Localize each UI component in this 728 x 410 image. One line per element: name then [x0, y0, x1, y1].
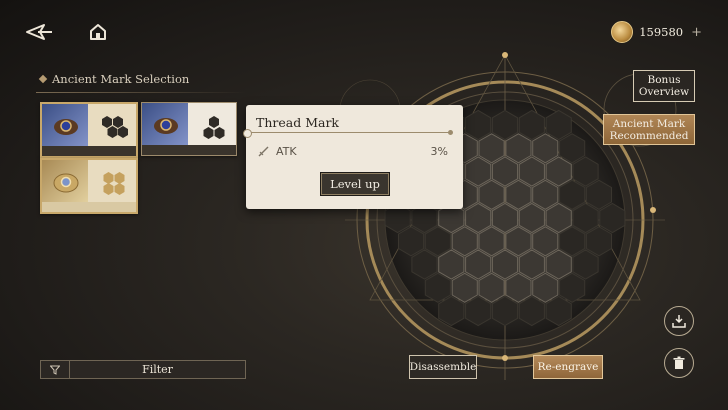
hex-slot-icon [102, 116, 128, 138]
level-up-button[interactable]: Level up [320, 172, 390, 196]
filter-label: Filter [142, 363, 173, 376]
bonus-overview-line2: Overview [638, 86, 690, 98]
divider-ring [243, 129, 252, 138]
filter-icon [41, 361, 70, 378]
download-icon [672, 315, 686, 328]
section-divider [36, 92, 246, 93]
hex-slot-icon [103, 172, 125, 195]
stat-name: ATK [276, 144, 297, 158]
disassemble-button[interactable]: Disassemble [409, 355, 477, 379]
sword-icon [258, 146, 269, 157]
home-icon [90, 24, 106, 40]
mark-detail-popup: Thread Mark ATK 3% Level up [243, 105, 463, 209]
currency-amount: 159580 [639, 25, 684, 39]
bonus-overview-line1: Bonus [647, 74, 681, 86]
stat-value: 3% [430, 144, 448, 158]
stat-row: ATK 3% [258, 143, 448, 159]
popup-divider [246, 132, 450, 133]
card-footer [42, 202, 136, 212]
coin-icon [611, 21, 634, 43]
bonus-overview-button[interactable]: Bonus Overview [633, 70, 695, 102]
back-arrow-icon [26, 24, 52, 40]
back-button[interactable] [24, 20, 56, 44]
mark-card[interactable] [40, 102, 138, 158]
add-currency-button[interactable]: + [691, 25, 702, 40]
currency-display: 159580 + [611, 20, 702, 44]
card-footer [42, 146, 136, 156]
delete-button[interactable] [664, 348, 694, 378]
section-title: Ancient Mark Selection [38, 70, 240, 88]
hex-slot-icon [203, 116, 225, 139]
filter-button[interactable]: Filter [40, 360, 246, 379]
mark-card[interactable] [141, 102, 237, 156]
divider-dot [448, 130, 453, 135]
reengrave-button[interactable]: Re-engrave [533, 355, 603, 379]
home-button[interactable] [88, 22, 108, 42]
title-bullet-icon [38, 74, 48, 84]
recommended-line2: Recommended [609, 129, 689, 142]
section-title-text: Ancient Mark Selection [52, 72, 190, 86]
card-footer [142, 145, 236, 155]
recommended-line1: Ancient Mark [612, 117, 686, 130]
ancient-mark-recommended-button[interactable]: Ancient Mark Recommended [603, 114, 695, 145]
mark-gem-icon [54, 119, 78, 135]
popup-title: Thread Mark [256, 115, 339, 130]
mark-gem-icon [53, 173, 79, 193]
trash-icon [673, 356, 685, 369]
save-preset-button[interactable] [664, 306, 694, 336]
mark-card[interactable] [40, 158, 138, 214]
mark-gem-icon [154, 118, 178, 134]
